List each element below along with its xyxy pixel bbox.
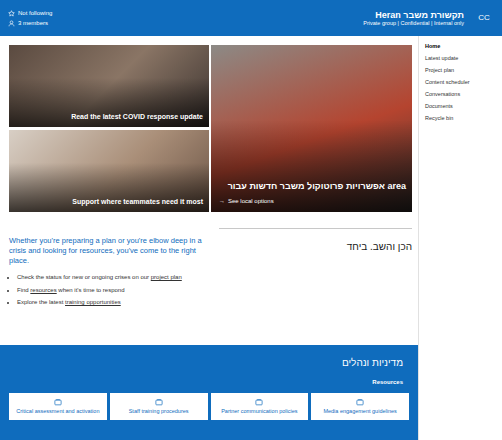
hero-tile[interactable]: Read the latest COVID response update xyxy=(9,45,209,127)
document-icon xyxy=(155,399,163,406)
resource-card-label: Partner communication policies xyxy=(221,408,297,414)
hero-link-label: See local options xyxy=(228,197,274,206)
site-subtitle: Private group | Confidential | Internal … xyxy=(363,20,464,26)
bullet-text: Explore the latest xyxy=(17,299,65,305)
bullet-link[interactable]: training opportunities xyxy=(65,299,121,305)
resource-card[interactable]: Staff training procedures xyxy=(110,393,208,420)
nav-item[interactable]: Conversations xyxy=(425,88,502,100)
intro-text-column: Whether you're preparing a plan or you'r… xyxy=(9,228,209,306)
arrow-icon: → xyxy=(219,197,225,206)
site-logo[interactable]: CC xyxy=(474,8,494,28)
nav-item[interactable]: Content scheduler xyxy=(425,76,502,88)
nav-item[interactable]: Recycle bin xyxy=(425,112,502,124)
follow-button[interactable]: Not following xyxy=(8,10,52,17)
resource-card[interactable]: Critical assessment and activation xyxy=(9,393,107,420)
follow-label: Not following xyxy=(18,10,52,17)
resource-card-label: Media engagement guidelines xyxy=(323,408,396,414)
policies-section: מדיניות ונהלים Resources Media engagement … xyxy=(0,345,418,440)
resource-card-label: Staff training procedures xyxy=(129,408,189,414)
site-nav: HomeLatest updateProject planContent sch… xyxy=(418,36,502,440)
star-icon xyxy=(8,10,15,17)
site-header: Not following 3 members Heran תקשורת משברP… xyxy=(0,0,502,36)
resource-cards: Media engagement guidelines Partner commu… xyxy=(9,393,409,420)
resource-card[interactable]: Partner communication policies xyxy=(211,393,309,420)
bullet-text: Check the status for new or ongoing cris… xyxy=(17,274,151,280)
hero: Read the latest COVID response update Sup… xyxy=(0,45,418,212)
nav-item[interactable]: Documents xyxy=(425,100,502,112)
members-button[interactable]: 3 members xyxy=(8,20,52,27)
document-icon xyxy=(54,399,62,406)
nav-item[interactable]: Project plan xyxy=(425,64,502,76)
page-body: Read the latest COVID response update Sup… xyxy=(0,36,502,440)
resources-heading: Resources xyxy=(9,378,409,387)
hero-main-title[interactable]: אפשרויות פרוטוקול משבר חדשות עבור area xyxy=(217,181,406,192)
bullet-link[interactable]: project plan xyxy=(151,274,182,280)
tile-title[interactable]: Support where teammates need it most xyxy=(15,198,203,206)
nav-item[interactable]: Home xyxy=(425,40,502,52)
site-title[interactable]: Heran תקשורת משבר xyxy=(375,10,464,20)
main-content: Read the latest COVID response update Sup… xyxy=(0,36,418,440)
resource-card[interactable]: Media engagement guidelines xyxy=(311,393,409,420)
intro-heading: הכן והשב. ביחד xyxy=(219,239,412,254)
hero-link[interactable]: →See local options xyxy=(219,197,274,206)
bullet-text: when it's time to respond xyxy=(57,287,125,293)
members-label: 3 members xyxy=(18,20,48,27)
intro-section: Whether you're preparing a plan or you'r… xyxy=(0,212,418,306)
intro-bullet: Check the status for new or ongoing cris… xyxy=(17,274,209,281)
hero-tile[interactable]: Support where teammates need it most xyxy=(9,130,209,212)
intro-bullet: Find resources when it's time to respond xyxy=(17,287,209,294)
intro-text: Whether you're preparing a plan or you'r… xyxy=(9,236,209,266)
intro-list: Check the status for new or ongoing cris… xyxy=(9,274,209,306)
hero-side-tiles: Read the latest COVID response update Sup… xyxy=(9,45,209,212)
document-icon xyxy=(356,399,364,406)
header-actions: Not following 3 members xyxy=(8,10,52,27)
tile-title[interactable]: Read the latest COVID response update xyxy=(15,113,203,121)
site-title-block: Heran תקשורת משברPrivate group | Confide… xyxy=(363,10,464,27)
resource-card-label: Critical assessment and activation xyxy=(16,408,99,414)
site-title-area: Heran תקשורת משברPrivate group | Confide… xyxy=(363,8,494,28)
intro-bullet: Explore the latest training opportunitie… xyxy=(17,299,209,306)
intro-heading-column: הכן והשב. ביחד xyxy=(219,228,412,306)
person-icon xyxy=(8,20,15,27)
document-icon xyxy=(255,399,263,406)
bullet-link[interactable]: resources xyxy=(30,287,56,293)
bullet-text: Find xyxy=(17,287,30,293)
hero-main-tile[interactable]: אפשרויות פרוטוקול משבר חדשות עבור area →S… xyxy=(211,45,412,212)
policies-heading: מדיניות ונהלים xyxy=(9,355,409,370)
nav-item[interactable]: Latest update xyxy=(425,52,502,64)
